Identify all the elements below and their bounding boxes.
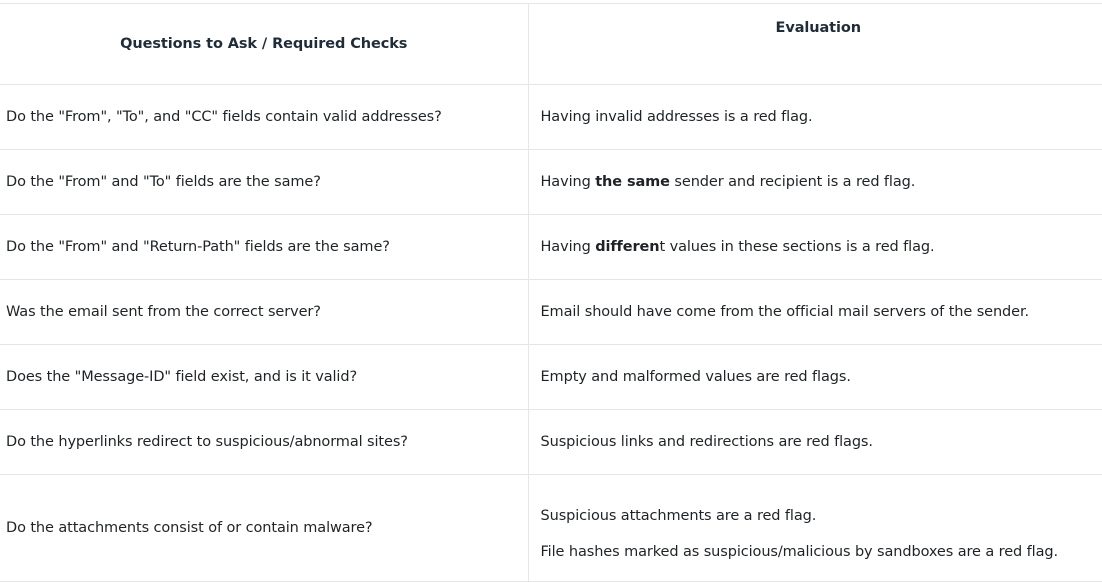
evaluation-text: t values in these sections is a red flag… bbox=[659, 239, 935, 255]
question-cell: Was the email sent from the correct serv… bbox=[0, 279, 528, 345]
question-cell: Do the hyperlinks redirect to suspicious… bbox=[0, 409, 528, 475]
question-cell: Do the "From" and "Return-Path" fields a… bbox=[0, 214, 528, 280]
table-row: Was the email sent from the correct serv… bbox=[0, 279, 1102, 345]
question-cell: Do the attachments consist of or contain… bbox=[0, 474, 528, 582]
evaluation-text: Having bbox=[540, 174, 596, 190]
evaluation-cell: Having invalid addresses is a red flag. bbox=[527, 84, 1102, 150]
evaluation-cell: Empty and malformed values are red flags… bbox=[527, 344, 1102, 410]
evaluation-text: sender and recipient is a red flag. bbox=[669, 174, 916, 190]
evaluation-emphasis: differen bbox=[595, 239, 660, 255]
header-row: Questions to Ask / Required Checks Evalu… bbox=[0, 3, 1102, 85]
column-header-questions: Questions to Ask / Required Checks bbox=[0, 3, 528, 85]
table-row: Does the "Message-ID" field exist, and i… bbox=[0, 344, 1102, 410]
question-cell: Do the "From" and "To" fields are the sa… bbox=[0, 149, 528, 215]
question-cell: Does the "Message-ID" field exist, and i… bbox=[0, 344, 528, 410]
checks-table: Questions to Ask / Required Checks Evalu… bbox=[0, 3, 1102, 582]
evaluation-cell: Suspicious attachments are a red flag. F… bbox=[527, 474, 1102, 582]
evaluation-cell: Suspicious links and redirections are re… bbox=[527, 409, 1102, 475]
evaluation-text: Having bbox=[540, 239, 596, 255]
evaluation-line: File hashes marked as suspicious/malicio… bbox=[540, 544, 1059, 560]
table-row: Do the attachments consist of or contain… bbox=[0, 474, 1102, 582]
evaluation-line: Suspicious attachments are a red flag. bbox=[540, 508, 817, 524]
table-row: Do the "From" and "Return-Path" fields a… bbox=[0, 214, 1102, 280]
column-header-evaluation: Evaluation bbox=[527, 3, 1102, 85]
evaluation-cell: Having different values in these section… bbox=[527, 214, 1102, 280]
evaluation-cell: Email should have come from the official… bbox=[527, 279, 1102, 345]
evaluation-cell: Having the same sender and recipient is … bbox=[527, 149, 1102, 215]
table-row: Do the hyperlinks redirect to suspicious… bbox=[0, 409, 1102, 475]
table-row: Do the "From" and "To" fields are the sa… bbox=[0, 149, 1102, 215]
evaluation-emphasis: the same bbox=[595, 174, 670, 190]
question-cell: Do the "From", "To", and "CC" fields con… bbox=[0, 84, 528, 150]
table-row: Do the "From", "To", and "CC" fields con… bbox=[0, 84, 1102, 150]
